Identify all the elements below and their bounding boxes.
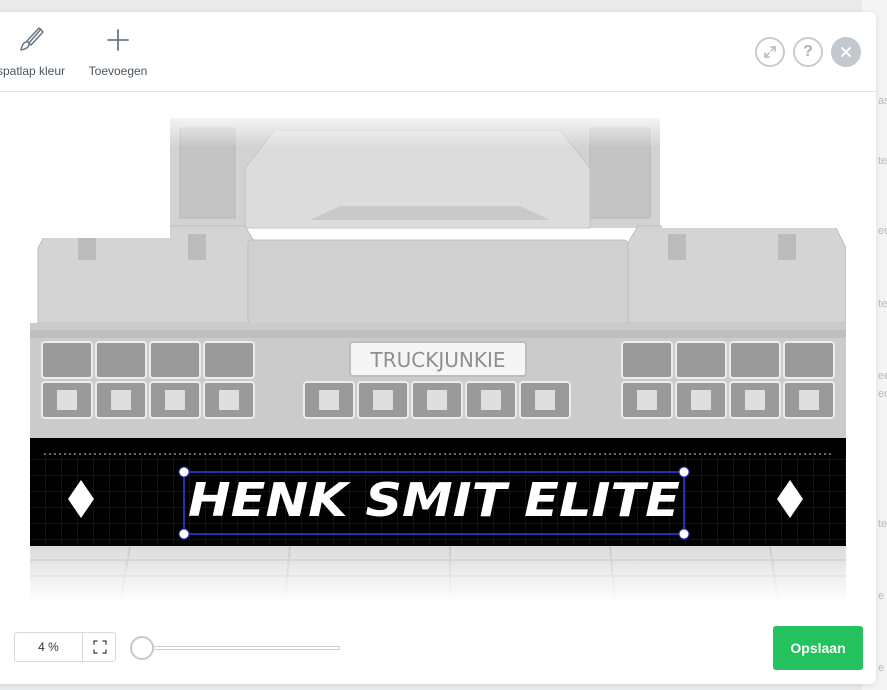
resize-handle[interactable] (678, 466, 690, 478)
brush-tool-label: spatlap kleur (0, 64, 66, 78)
slider-track[interactable] (140, 646, 340, 650)
license-plate-text: TRUCKJUNKIE (370, 348, 506, 372)
close-icon (841, 47, 851, 57)
plus-icon (107, 29, 129, 51)
zoom-control: 4 % (14, 632, 116, 662)
background-text: te (878, 298, 887, 310)
background-text: te (878, 518, 887, 530)
brush-icon (20, 27, 44, 51)
background-text: ed (878, 225, 887, 237)
add-button[interactable]: Toevoegen (80, 24, 156, 78)
ground (30, 545, 846, 602)
background-text: as (878, 95, 887, 107)
design-canvas[interactable]: TRUCKJUNKIE HENK SMIT ELITE (30, 108, 846, 602)
add-label: Toevoegen (88, 64, 148, 78)
background-text: e (878, 590, 885, 602)
editor-modal: spatlap kleur Toevoegen ? TRUCKJUNKIE HE… (0, 12, 876, 684)
mudflap-text[interactable]: HENK SMIT ELITE (188, 473, 680, 527)
expand-icon (764, 46, 776, 58)
brush-tool-button[interactable]: spatlap kleur (0, 24, 66, 78)
truck-image: TRUCKJUNKIE (30, 108, 846, 438)
help-button[interactable]: ? (793, 37, 823, 67)
save-button[interactable]: Opslaan (773, 626, 863, 670)
zoom-slider[interactable] (130, 634, 342, 662)
slider-thumb[interactable] (130, 636, 154, 660)
background-text: ee (878, 370, 887, 382)
resize-handle[interactable] (678, 528, 690, 540)
fit-screen-button[interactable] (83, 633, 116, 661)
mudflap[interactable]: HENK SMIT ELITE (30, 438, 846, 546)
help-icon: ? (803, 43, 813, 60)
background-text: ed (878, 388, 887, 400)
resize-handle[interactable] (178, 466, 190, 478)
background-text: te (878, 155, 887, 167)
background-text: e (878, 662, 885, 674)
close-button[interactable] (831, 37, 861, 67)
expand-button[interactable] (755, 37, 785, 67)
zoom-level[interactable]: 4 % (15, 633, 83, 661)
editor-toolbar: spatlap kleur Toevoegen ? (0, 12, 876, 92)
resize-handle[interactable] (178, 528, 190, 540)
fit-screen-icon (92, 640, 107, 654)
